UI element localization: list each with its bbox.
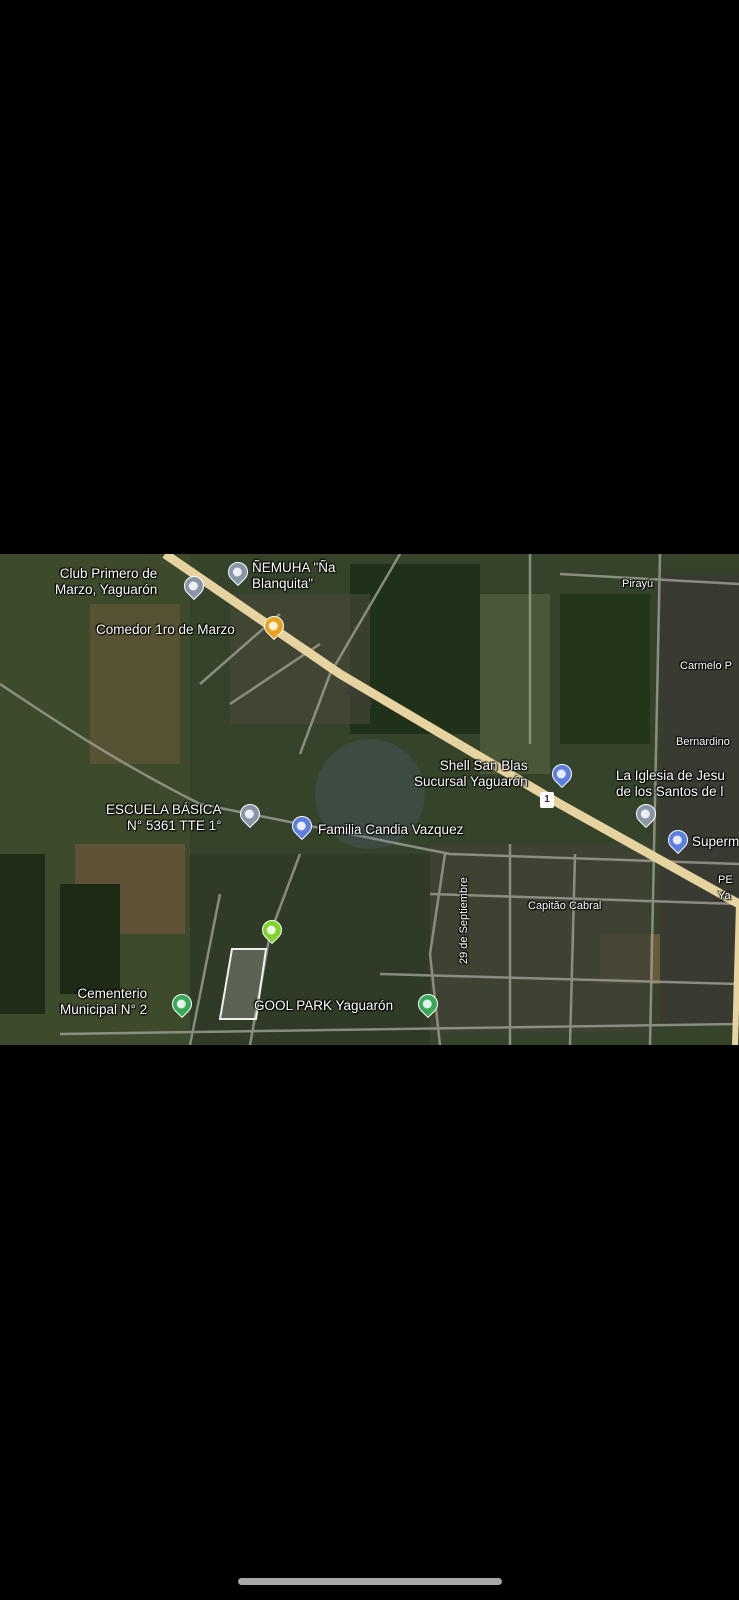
septiembre-street-label: 29 de Septiembre [458,877,470,964]
familia-label: Familia Candia Vazquez [318,822,464,837]
comedor-label: Comedor 1ro de Marzo [96,622,235,637]
satellite-map[interactable]: PY01 1 Club Primero de Marzo, Yaguarón Ñ… [0,554,739,1045]
escuela-label: ESCUELA BÁSICA N° 5361 TTE 1° [106,802,222,833]
supermarket-label: Superm [692,834,739,849]
pe-label: PE Ya [718,874,733,902]
iglesia-label: La Iglesia de Jesu de los Santos de l [616,768,725,799]
home-indicator[interactable] [238,1578,502,1585]
shell-label: Shell San Blas Sucursal Yaguarón [414,758,528,789]
cementerio-label: Cementerio Municipal N° 2 [60,986,148,1017]
pirayu-label: Pirayú [622,578,654,590]
club-label: Club Primero de Marzo, Yaguarón [55,566,158,597]
carmelo-label: Carmelo P [680,660,732,672]
nemuha-label: ÑEMUHA "Ña Blanquita" [252,560,336,591]
capitao-street-label: Capitão Cabral [528,900,602,912]
bernardino-label: Bernardino [676,736,730,748]
route-shield-icon: 1 [540,792,554,808]
gool-park-label: GOOL PARK Yaguarón [254,998,394,1013]
